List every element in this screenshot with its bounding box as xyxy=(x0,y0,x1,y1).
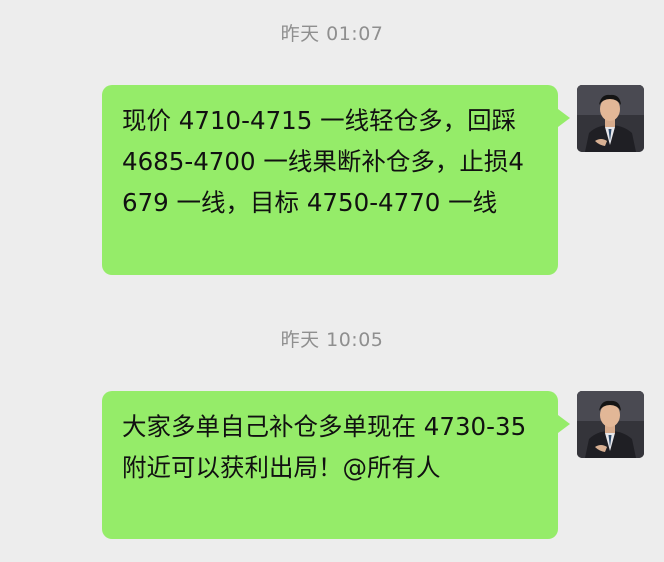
message-bubble[interactable]: 大家多单自己补仓多单现在 4730-35 附近可以获利出局！@所有人 xyxy=(102,391,570,539)
message-bubble[interactable]: 现价 4710-4715 一线轻仓多，回踩 4685-4700 一线果断补仓多，… xyxy=(102,85,570,275)
message-timestamp: 昨天 01:07 xyxy=(280,23,384,45)
user-avatar-icon[interactable] xyxy=(577,391,644,458)
user-avatar-icon[interactable] xyxy=(577,85,644,152)
message-timestamp: 昨天 10:05 xyxy=(280,329,384,351)
